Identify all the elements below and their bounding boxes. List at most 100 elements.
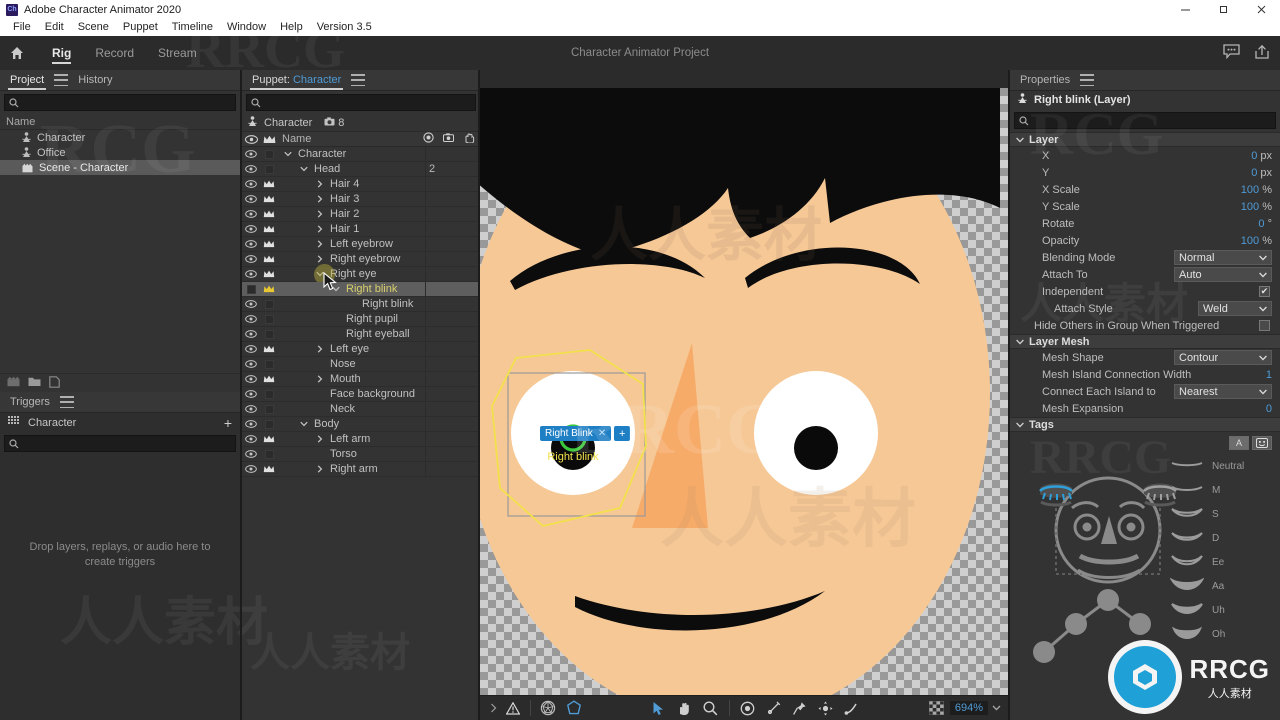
chevron-down-icon[interactable] [282, 151, 294, 157]
visibility-toggle[interactable] [242, 255, 260, 263]
property-checkbox-hide-others-in-group-when-triggered[interactable] [1259, 320, 1270, 331]
chevron-right-icon[interactable] [486, 697, 500, 719]
layer-row-hair-2[interactable]: Hair 2 [242, 206, 480, 222]
panel-menu-icon[interactable] [351, 74, 366, 86]
chevron-right-icon[interactable] [314, 465, 326, 473]
property-select-mesh-shape[interactable]: Contour [1174, 350, 1272, 365]
visibility-toggle[interactable] [242, 210, 260, 218]
visibility-toggle[interactable] [242, 435, 260, 443]
stick-tool-icon[interactable] [761, 697, 787, 719]
new-folder-icon[interactable] [28, 376, 41, 390]
transparency-grid-icon[interactable] [924, 697, 950, 719]
crown-toggle[interactable] [260, 255, 278, 263]
menu-item-help[interactable]: Help [273, 19, 310, 36]
new-puppet-icon[interactable] [49, 375, 60, 391]
crown-toggle[interactable] [260, 435, 278, 443]
property-value-y-scale[interactable]: 100 % [1241, 201, 1280, 213]
layer-row-right-eyeball[interactable]: Right eyeball [242, 326, 480, 342]
visibility-toggle[interactable] [242, 284, 260, 294]
crown-toggle[interactable] [260, 164, 278, 174]
section-header-layer[interactable]: Layer [1010, 132, 1280, 147]
layer-row-face-background[interactable]: Face background [242, 386, 480, 402]
viseme-row-uh[interactable]: Uh [1170, 598, 1280, 622]
viseme-row-m[interactable]: M [1170, 478, 1280, 502]
visibility-toggle[interactable] [242, 330, 260, 338]
property-checkbox-independent[interactable]: ✔ [1259, 286, 1270, 297]
layer-row-left-arm[interactable]: Left arm [242, 431, 480, 447]
layer-row-torso[interactable]: Torso [242, 446, 480, 462]
comment-icon[interactable] [1223, 44, 1240, 62]
new-scene-icon[interactable] [7, 376, 20, 390]
layer-row-right-eyebrow[interactable]: Right eyebrow [242, 251, 480, 267]
dragger-tool-icon[interactable] [813, 697, 839, 719]
home-icon[interactable] [0, 36, 34, 70]
visibility-toggle[interactable] [242, 360, 260, 368]
origin-icon[interactable] [423, 132, 434, 146]
crown-toggle[interactable] [260, 240, 278, 248]
viseme-row-aa[interactable]: Aa [1170, 574, 1280, 598]
puppet-search[interactable] [246, 94, 476, 111]
tab-properties[interactable]: Properties [1018, 70, 1072, 91]
menu-item-file[interactable]: File [6, 19, 38, 36]
crown-toggle[interactable] [260, 449, 278, 459]
visibility-toggle[interactable] [242, 420, 260, 428]
crown-toggle[interactable] [260, 375, 278, 383]
triggers-search-input[interactable] [19, 437, 235, 450]
tag-chip-right-blink[interactable]: Right Blink ✕ [540, 426, 612, 441]
property-value-y[interactable]: 0 px [1251, 167, 1280, 179]
warning-icon[interactable] [500, 697, 526, 719]
face-icon[interactable] [1252, 436, 1272, 450]
menu-item-version[interactable]: Version 3.5 [310, 19, 379, 36]
zoom-dropdown-icon[interactable] [988, 697, 1004, 719]
project-search-input[interactable] [19, 96, 235, 109]
triggers-search[interactable] [4, 435, 236, 452]
visibility-toggle[interactable] [242, 390, 260, 398]
visibility-toggle[interactable] [242, 225, 260, 233]
tab-project[interactable]: Project [8, 70, 47, 91]
tab-stream[interactable]: Stream [146, 36, 209, 70]
property-value-opacity[interactable]: 100 % [1241, 235, 1280, 247]
triggers-group-row[interactable]: Character + [0, 413, 240, 432]
handles-icon[interactable] [561, 697, 587, 719]
section-header-tags[interactable]: Tags [1010, 417, 1280, 432]
share-icon[interactable] [1254, 44, 1270, 63]
layer-row-left-eyebrow[interactable]: Left eyebrow [242, 236, 480, 252]
puppet-search-input[interactable] [261, 96, 475, 109]
chevron-right-icon[interactable] [314, 180, 326, 188]
viseme-row-ee[interactable]: Ee [1170, 550, 1280, 574]
crown-toggle[interactable] [260, 389, 278, 399]
viseme-row-s[interactable]: S [1170, 502, 1280, 526]
visibility-toggle[interactable] [242, 450, 260, 458]
crown-toggle[interactable] [260, 149, 278, 159]
menu-item-window[interactable]: Window [220, 19, 273, 36]
layer-row-right-blink[interactable]: Right blink [242, 296, 480, 312]
character-artwork[interactable]: Right blink [480, 88, 1010, 702]
properties-search-input[interactable] [1029, 114, 1275, 127]
close-button[interactable] [1242, 0, 1280, 19]
crown-toggle[interactable] [260, 285, 278, 293]
property-value-mesh-island-connection-width[interactable]: 1 [1266, 369, 1280, 381]
pin-tool-icon[interactable] [787, 697, 813, 719]
property-value-rotate[interactable]: 0 ° [1258, 218, 1280, 230]
visibility-toggle[interactable] [242, 270, 260, 278]
chevron-right-icon[interactable] [314, 435, 326, 443]
panel-menu-icon[interactable] [54, 74, 69, 86]
visibility-toggle[interactable] [242, 300, 260, 308]
tags-face-map[interactable]: Neutral M S D Ee Aa Uh Oh [1010, 452, 1280, 667]
project-item-office[interactable]: Office [0, 145, 240, 160]
menu-item-puppet[interactable]: Puppet [116, 19, 165, 36]
chevron-right-icon[interactable] [314, 240, 326, 248]
hand-tool-icon[interactable] [672, 697, 698, 719]
tag-chip-group[interactable]: Right Blink ✕ + [540, 426, 631, 441]
property-select-attach-style[interactable]: Weld [1198, 301, 1272, 316]
layer-row-right-blink[interactable]: Right blink [242, 281, 480, 297]
menu-item-timeline[interactable]: Timeline [165, 19, 220, 36]
maximize-button[interactable] [1204, 0, 1242, 19]
mesh-icon[interactable] [535, 697, 561, 719]
zoom-level-value[interactable]: 694% [949, 701, 989, 715]
origin-tool-icon[interactable] [735, 697, 761, 719]
viseme-row-neutral[interactable]: Neutral [1170, 454, 1280, 478]
layer-row-head[interactable]: Head 2 [242, 161, 480, 177]
visibility-toggle[interactable] [242, 405, 260, 413]
layer-row-left-eye[interactable]: Left eye [242, 341, 480, 357]
